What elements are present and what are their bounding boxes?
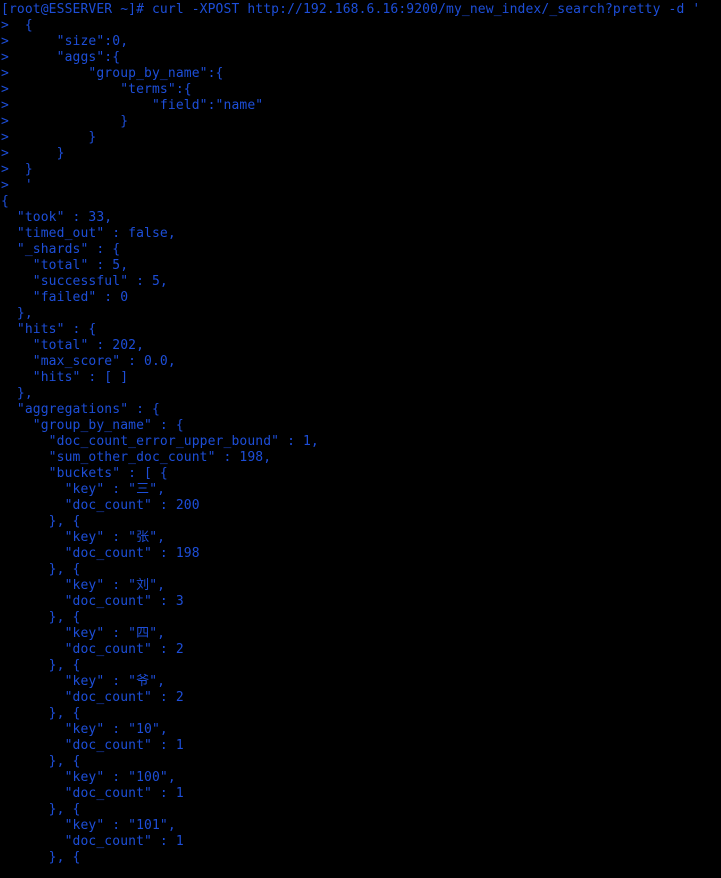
terminal-output-line: }, { (1, 514, 81, 529)
terminal-output-line: "took" : 33, (1, 210, 113, 225)
terminal-output-line: "aggregations" : { (1, 402, 160, 417)
terminal-continuation-line: > { (1, 18, 33, 33)
terminal-output-line: "doc_count" : 2 (1, 690, 184, 705)
terminal-output-line: "_shards" : { (1, 242, 121, 257)
terminal-continuation-line: > } (1, 130, 97, 145)
terminal-output-line: "key" : "四", (1, 626, 166, 641)
terminal-output-line: { (1, 194, 9, 209)
terminal-continuation-line: > ' (1, 178, 33, 193)
terminal-continuation-line: > "group_by_name":{ (1, 66, 224, 81)
terminal-continuation-line: > "size":0, (1, 34, 129, 49)
terminal-output-line: "group_by_name" : { (1, 418, 184, 433)
terminal-output-line: "doc_count" : 1 (1, 738, 184, 753)
terminal-output-line: "key" : "100", (1, 770, 176, 785)
terminal-output-line: "key" : "101", (1, 818, 176, 833)
terminal-output-line: "buckets" : [ { (1, 466, 168, 481)
terminal-output-line: "doc_count" : 200 (1, 498, 200, 513)
terminal-output-line: "successful" : 5, (1, 274, 168, 289)
terminal-output-line: "key" : "张", (1, 530, 166, 545)
terminal-continuation-line: > } (1, 162, 33, 177)
terminal-output-line: "timed_out" : false, (1, 226, 176, 241)
terminal-output-line: }, { (1, 706, 81, 721)
terminal-output-line: "doc_count" : 3 (1, 594, 184, 609)
terminal-screen[interactable]: [root@ESSERVER ~]# curl -XPOST http://19… (0, 0, 721, 878)
terminal-output[interactable]: [root@ESSERVER ~]# curl -XPOST http://19… (1, 2, 721, 866)
terminal-output-line: "hits" : [ ] (1, 370, 129, 385)
terminal-continuation-line: > "aggs":{ (1, 50, 121, 65)
terminal-command-line: [root@ESSERVER ~]# curl -XPOST http://19… (1, 2, 701, 17)
terminal-continuation-line: > "field":"name" (1, 98, 264, 113)
terminal-output-line: }, { (1, 610, 81, 625)
terminal-output-line: }, { (1, 754, 81, 769)
terminal-output-line: "max_score" : 0.0, (1, 354, 176, 369)
terminal-output-line: }, { (1, 658, 81, 673)
terminal-output-line: "doc_count_error_upper_bound" : 1, (1, 434, 319, 449)
terminal-output-line: }, (1, 306, 33, 321)
terminal-output-line: "doc_count" : 2 (1, 642, 184, 657)
terminal-output-line: "failed" : 0 (1, 290, 129, 305)
terminal-output-line: }, (1, 386, 33, 401)
terminal-continuation-line: > "terms":{ (1, 82, 192, 97)
terminal-output-line: "hits" : { (1, 322, 97, 337)
terminal-continuation-line: > } (1, 114, 129, 129)
terminal-output-line: "key" : "刘", (1, 578, 166, 593)
terminal-output-line: "doc_count" : 198 (1, 546, 200, 561)
terminal-output-line: }, { (1, 850, 81, 865)
terminal-output-line: "key" : "三", (1, 482, 166, 497)
terminal-output-line: "doc_count" : 1 (1, 834, 184, 849)
terminal-output-line: "doc_count" : 1 (1, 786, 184, 801)
terminal-output-line: }, { (1, 802, 81, 817)
terminal-output-line: "key" : "10", (1, 722, 168, 737)
terminal-output-line: "sum_other_doc_count" : 198, (1, 450, 272, 465)
terminal-output-line: }, { (1, 562, 81, 577)
terminal-output-line: "total" : 5, (1, 258, 129, 273)
terminal-continuation-line: > } (1, 146, 65, 161)
terminal-output-line: "key" : "爷", (1, 674, 166, 689)
terminal-output-line: "total" : 202, (1, 338, 145, 353)
